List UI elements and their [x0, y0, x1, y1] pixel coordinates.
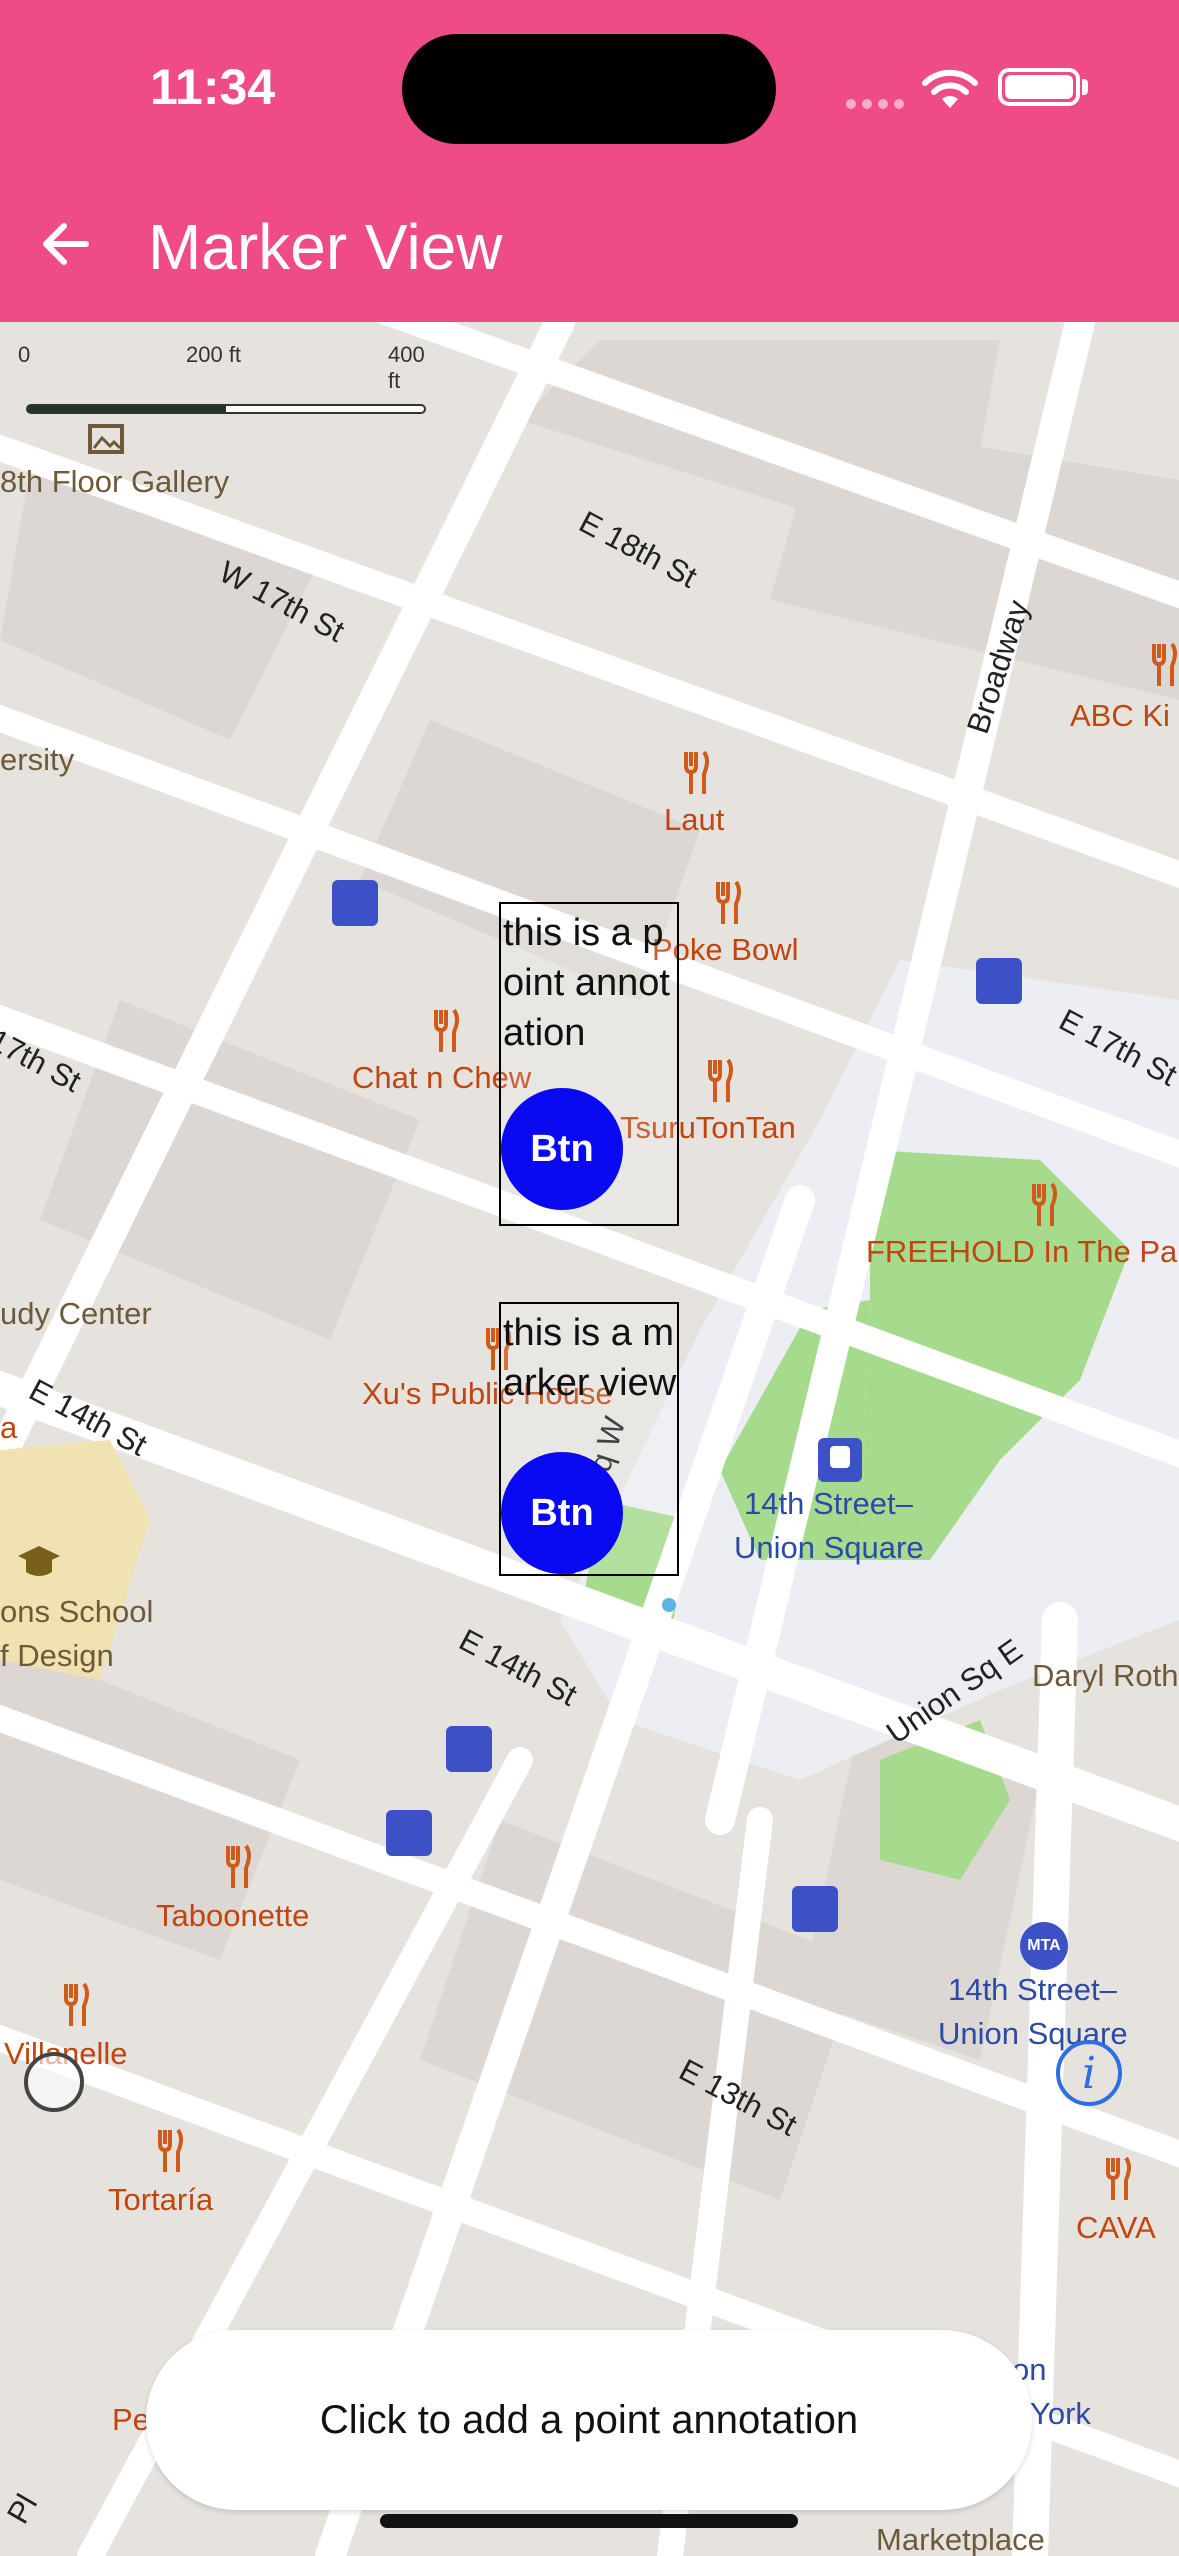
mta-logo-icon: MTA — [1020, 1922, 1068, 1970]
place-label: Pe — [112, 2402, 150, 2437]
place-label: ABC Ki — [1070, 698, 1170, 733]
place-label: udy Center — [0, 1296, 152, 1331]
point-annotation-button[interactable]: Btn — [501, 1088, 623, 1210]
info-icon[interactable]: i — [1056, 2040, 1122, 2106]
status-bar: 11:34 — [0, 0, 1179, 170]
scale-label: 400 ft — [388, 342, 425, 393]
restaurant-icon — [1152, 642, 1177, 686]
place-label: Marketplace — [876, 2522, 1045, 2556]
restaurant-icon — [64, 1982, 89, 2026]
page-title: Marker View — [148, 211, 503, 283]
restaurant-icon — [226, 1844, 251, 1888]
restaurant-icon — [684, 750, 709, 794]
bike-share-icon — [446, 1726, 492, 1772]
mapbox-logo-icon[interactable] — [24, 2052, 84, 2112]
restaurant-icon — [708, 1058, 733, 1102]
home-indicator — [380, 2514, 798, 2528]
scale-bar-graphic — [26, 404, 426, 414]
place-label: 8th Floor Gallery — [0, 464, 230, 499]
dynamic-island — [402, 34, 776, 144]
point-annotation-text: this is a point annotation — [503, 912, 670, 1054]
restaurant-icon — [158, 2128, 183, 2172]
add-point-annotation-button[interactable]: Click to add a point annotation — [146, 2330, 1032, 2510]
app-bar: Marker View — [0, 170, 1179, 322]
place-label: f Design — [0, 1638, 114, 1673]
wifi-icon — [922, 69, 978, 108]
bike-share-icon — [386, 1810, 432, 1856]
place-label: Laut — [664, 802, 725, 837]
arrow-left-icon[interactable] — [36, 214, 96, 274]
bike-share-icon — [976, 958, 1022, 1004]
transit-label: Union Square — [734, 1530, 924, 1565]
marker-view-button[interactable]: Btn — [501, 1452, 623, 1574]
place-label: a — [0, 1410, 18, 1445]
place-label: Taboonette — [156, 1898, 310, 1933]
transit-label: 14th Street– — [744, 1486, 913, 1521]
scale-label: 200 ft — [186, 342, 242, 367]
place-label: ons School — [0, 1594, 154, 1629]
location-dot — [662, 1598, 676, 1612]
restaurant-icon — [1106, 2156, 1131, 2200]
cellular-signal-icon — [846, 96, 910, 114]
school-icon — [18, 1546, 60, 1576]
restaurant-icon — [434, 1008, 459, 1052]
place-label: York — [1030, 2396, 1091, 2431]
subway-station-icon — [818, 1438, 862, 1482]
map-scale-bar: 0 200 ft 400 ft — [14, 342, 434, 414]
place-label: ersity — [0, 742, 75, 777]
gallery-icon — [88, 424, 124, 454]
point-annotation-view[interactable]: this is a point annotation Btn — [499, 902, 679, 1226]
place-label: CAVA — [1076, 2210, 1156, 2245]
map-view[interactable]: 0 200 ft 400 ft E 18th St W 17th St Broa… — [0, 322, 1179, 2556]
place-label: Daryl Roth — [1032, 1658, 1179, 1693]
place-label: Tortaría — [108, 2182, 214, 2217]
marker-view-text: this is a marker view — [503, 1312, 677, 1404]
restaurant-icon — [716, 880, 741, 924]
marker-view[interactable]: this is a marker view Btn — [499, 1302, 679, 1576]
battery-icon — [998, 68, 1080, 106]
place-label: FREEHOLD In The Pa — [866, 1234, 1178, 1269]
transit-label: 14th Street– — [948, 1972, 1117, 2007]
bike-share-icon — [332, 880, 378, 926]
bike-share-icon — [792, 1886, 838, 1932]
status-time: 11:34 — [150, 59, 276, 115]
restaurant-icon — [1032, 1182, 1057, 1226]
scale-label: 0 — [18, 342, 31, 367]
battery-cap — [1082, 79, 1088, 95]
